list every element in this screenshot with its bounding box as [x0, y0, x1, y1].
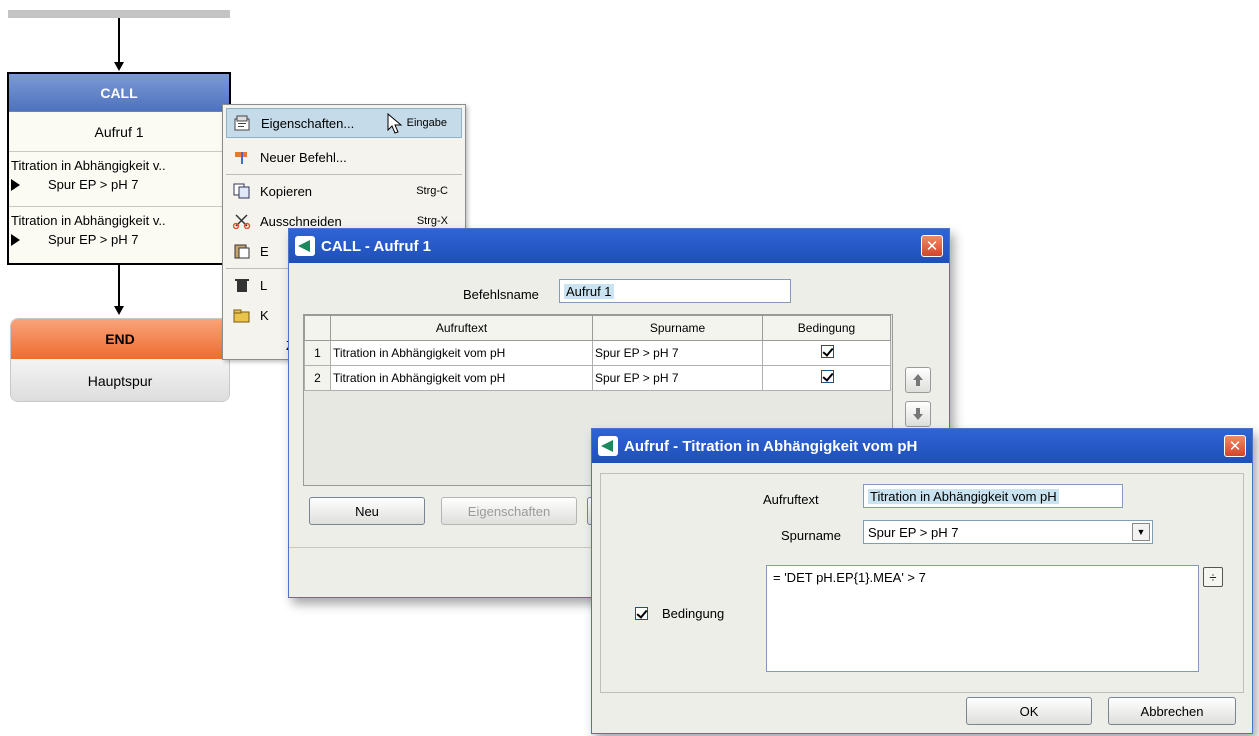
menu-item-label: Eigenschaften... [261, 115, 355, 131]
delete-icon [232, 276, 252, 294]
menu-item-properties[interactable]: Eigenschaften... Eingabe [226, 108, 462, 138]
arrow-up-icon [913, 374, 923, 386]
flow-connector-bottom [118, 265, 120, 307]
spurname-select[interactable]: Spur EP > pH 7 ▼ [863, 520, 1153, 544]
end-block-header: END [11, 319, 229, 359]
call-block-name: Aufruf 1 [9, 112, 229, 152]
call-block-header: CALL [9, 74, 229, 112]
call-block-row[interactable]: Titration in Abhängigkeit v.. Spur EP > … [9, 152, 229, 207]
copy-icon [232, 182, 252, 200]
expand-triangle-icon[interactable] [11, 178, 20, 191]
menu-item-label: L [260, 277, 268, 293]
befehlsname-value: Aufruf 1 [564, 283, 614, 299]
folder-icon [232, 306, 252, 324]
column-header-aufruftext[interactable]: Aufruftext [330, 315, 593, 341]
menu-item-shortcut: Strg-C [416, 185, 448, 197]
menu-item-label: E [260, 243, 269, 259]
spurname-label: Spurname [781, 528, 841, 543]
formula-editor-button[interactable]: ÷ [1203, 567, 1223, 587]
close-button[interactable]: ✕ [921, 235, 943, 257]
aufruftext-label: Aufruftext [763, 492, 819, 507]
flow-top-bar [8, 10, 230, 18]
befehlsname-field[interactable]: Aufruf 1 [559, 279, 791, 303]
table-row[interactable]: 2 Titration in Abhängigkeit vom pH Spur … [304, 365, 891, 391]
table-row[interactable]: 1 Titration in Abhängigkeit vom pH Spur … [304, 340, 891, 366]
app-logo-icon [598, 436, 618, 456]
properties-icon [233, 114, 253, 132]
menu-item-shortcut: Strg-X [416, 215, 448, 227]
table-header-row: Aufruftext Spurname Bedingung [304, 315, 891, 341]
cell-bedingung[interactable] [762, 365, 891, 391]
new-button[interactable]: Neu [309, 497, 425, 525]
end-command-block[interactable]: END Hauptspur [10, 318, 230, 402]
menu-item-label: Ausschneiden [260, 213, 342, 229]
call-row-track: Spur EP > pH 7 [48, 232, 139, 247]
call-row-text: Titration in Abhängigkeit v.. [11, 213, 166, 228]
mouse-cursor-icon [387, 113, 403, 134]
row-number-header [304, 315, 331, 341]
condition-checkbox[interactable] [820, 345, 834, 358]
expand-triangle-icon[interactable] [11, 233, 20, 246]
app-logo-icon [295, 236, 315, 256]
close-button[interactable]: ✕ [1224, 435, 1246, 457]
menu-item-label: Kopieren [260, 183, 313, 199]
ok-button[interactable]: OK [966, 697, 1092, 725]
new-command-icon [232, 148, 252, 166]
move-down-button[interactable] [905, 401, 931, 427]
move-up-button[interactable] [905, 367, 931, 393]
divide-icon: ÷ [1209, 569, 1217, 585]
menu-item-new-command[interactable]: Neuer Befehl... [226, 142, 462, 172]
condition-expression-field[interactable]: = 'DET pH.EP{1}.MEA' > 7 [766, 565, 1199, 672]
cell-bedingung[interactable] [762, 340, 891, 366]
call-block-row[interactable]: Titration in Abhängigkeit v.. Spur EP > … [9, 207, 229, 262]
bedingung-checkbox-row[interactable]: Bedingung [635, 606, 724, 621]
menu-item-copy[interactable]: Kopieren Strg-C [226, 176, 462, 206]
menu-separator [226, 174, 462, 175]
column-header-spurname[interactable]: Spurname [592, 315, 763, 341]
aufruf-dialog-titlebar[interactable]: Aufruf - Titration in Abhängigkeit vom p… [592, 429, 1252, 463]
end-block-track: Hauptspur [11, 359, 229, 401]
column-header-bedingung[interactable]: Bedingung [762, 315, 891, 341]
cell-aufruftext[interactable]: Titration in Abhängigkeit vom pH [330, 365, 593, 391]
cell-spurname[interactable]: Spur EP > pH 7 [592, 340, 763, 366]
flow-arrow-top [114, 62, 124, 71]
bedingung-label: Bedingung [662, 606, 725, 621]
condition-checkbox[interactable] [820, 370, 834, 383]
bedingung-checkbox[interactable] [635, 607, 648, 620]
properties-button[interactable]: Eigenschaften [441, 497, 577, 525]
call-row-text: Titration in Abhängigkeit v.. [11, 158, 166, 173]
befehlsname-label: Befehlsname [463, 287, 539, 302]
arrow-down-icon [913, 408, 923, 420]
cell-aufruftext[interactable]: Titration in Abhängigkeit vom pH [330, 340, 593, 366]
chevron-down-icon[interactable]: ▼ [1132, 523, 1150, 541]
call-row-track: Spur EP > pH 7 [48, 177, 139, 192]
aufruf-dialog: Aufruf - Titration in Abhängigkeit vom p… [591, 428, 1253, 734]
cancel-button[interactable]: Abbrechen [1108, 697, 1236, 725]
menu-item-shortcut: Eingabe [406, 117, 447, 129]
condition-expression: = 'DET pH.EP{1}.MEA' > 7 [773, 570, 926, 585]
flow-arrow-bottom [114, 306, 124, 315]
cut-icon [232, 212, 252, 230]
aufruf-dialog-title: Aufruf - Titration in Abhängigkeit vom p… [624, 437, 918, 455]
call-dialog-titlebar[interactable]: CALL - Aufruf 1 ✕ [289, 229, 949, 263]
call-command-block[interactable]: CALL Aufruf 1 Titration in Abhängigkeit … [7, 72, 231, 265]
cell-spurname[interactable]: Spur EP > pH 7 [592, 365, 763, 391]
spurname-value: Spur EP > pH 7 [868, 524, 959, 540]
call-dialog-title: CALL - Aufruf 1 [321, 237, 431, 255]
aufruftext-field[interactable]: Titration in Abhängigkeit vom pH [863, 484, 1123, 508]
flow-connector-top [118, 18, 120, 62]
row-number: 2 [304, 365, 331, 391]
menu-item-label: K [260, 307, 269, 323]
aufruftext-value: Titration in Abhängigkeit vom pH [868, 488, 1059, 504]
row-number: 1 [304, 340, 331, 366]
aufruf-form-panel: Aufruftext Titration in Abhängigkeit vom… [600, 473, 1244, 693]
menu-item-label: Neuer Befehl... [260, 149, 347, 165]
paste-icon [232, 242, 252, 260]
